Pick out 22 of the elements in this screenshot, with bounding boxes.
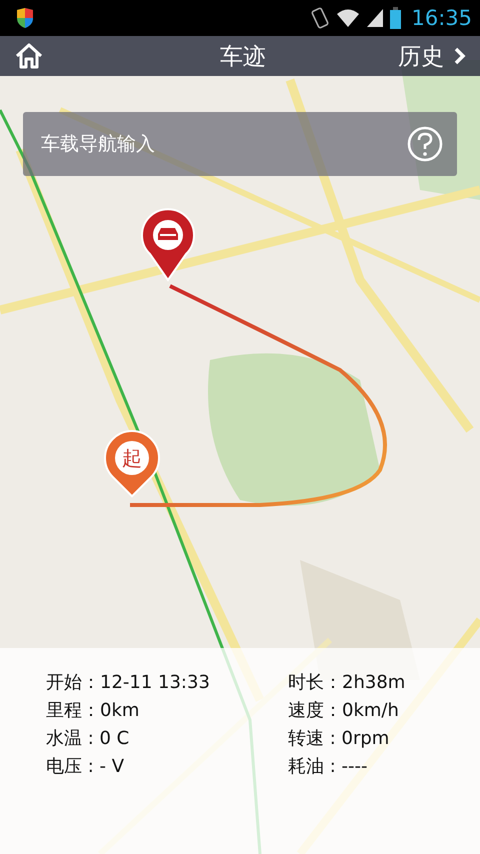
trip-info-text: 里程：0km (46, 699, 140, 722)
vibrate-icon (310, 6, 330, 30)
signal-icon (366, 8, 384, 28)
clock-time: 16:35 (411, 6, 472, 30)
car-location-pin-icon (140, 208, 196, 282)
trip-info-text: 时长：2h38m (288, 671, 406, 694)
trip-info-text: 电压 : - V (46, 755, 126, 778)
trip-info-text: 速度：0km/h (288, 699, 400, 722)
trip-info-text: 耗油 : ---- (288, 755, 368, 778)
help-icon (407, 126, 443, 162)
trip-info-text: 转速 : 0rpm (288, 727, 390, 750)
battery-icon (390, 7, 402, 29)
wifi-icon (336, 8, 360, 28)
page-title: 车迹 (220, 42, 266, 72)
trip-info-text: 水温 : 0 C (46, 727, 130, 750)
home-icon (14, 42, 44, 70)
home-button[interactable] (14, 42, 44, 70)
start-label: 起 (115, 441, 149, 475)
history-button[interactable]: 历史 (398, 40, 466, 72)
chevron-right-icon (454, 47, 466, 65)
shield-icon (16, 7, 34, 29)
trip-info-text: 开始：12-11 13:33 (46, 671, 211, 694)
